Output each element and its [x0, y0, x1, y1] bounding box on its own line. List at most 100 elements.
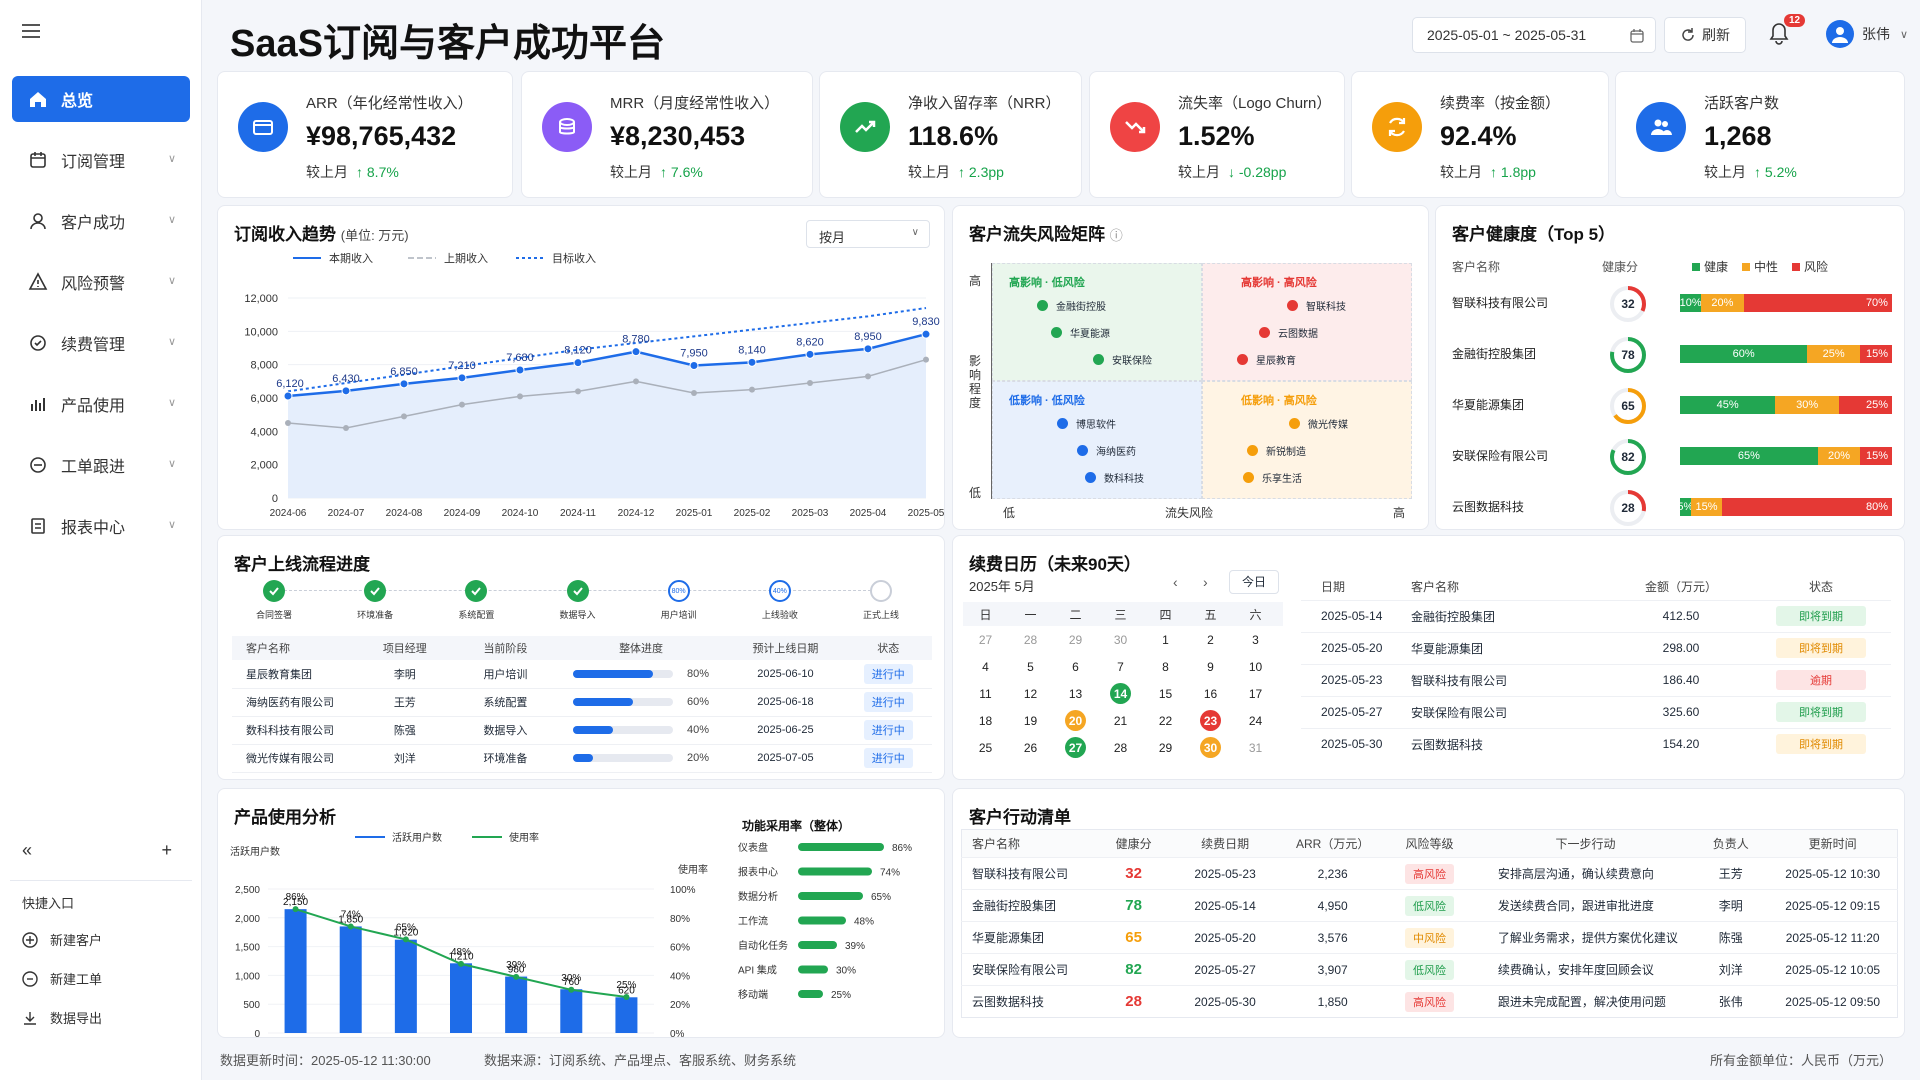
refresh-button[interactable]: 刷新	[1664, 17, 1746, 53]
risk-customer[interactable]: 微光传媒	[1289, 416, 1348, 431]
adoption-bar[interactable]	[798, 892, 863, 900]
rate-point[interactable]	[568, 986, 575, 993]
calendar-day[interactable]: 28	[1008, 629, 1053, 650]
sidebar-item-4[interactable]: 续费管理 ∨	[12, 320, 190, 366]
sidebar-item-2[interactable]: 客户成功 ∨	[12, 198, 190, 244]
calendar-day[interactable]: 7	[1098, 656, 1143, 677]
adoption-bar[interactable]	[798, 990, 823, 998]
table-row[interactable]: 数科科技有限公司 陈强 数据导入 40% 2025-06-25 进行中	[232, 716, 932, 744]
calendar-day[interactable]: 15	[1143, 683, 1188, 704]
rate-point[interactable]	[292, 906, 299, 913]
rate-point[interactable]	[458, 960, 464, 967]
calendar-day[interactable]: 14	[1098, 683, 1143, 704]
table-row[interactable]: 智联科技有限公司 32 2025-05-23 2,236 高风险 安排高层沟通，确认续费意…	[961, 857, 1898, 890]
adoption-bar[interactable]	[798, 916, 846, 925]
table-row[interactable]: 金融街控股集团 78 2025-05-14 4,950 低风险 发送续费合同，跟进审批进度…	[961, 889, 1898, 922]
today-button[interactable]: 今日	[1229, 570, 1279, 594]
risk-customer[interactable]: 新锐制造	[1247, 443, 1306, 458]
calendar-day[interactable]: 5	[1008, 656, 1053, 677]
table-row[interactable]: 2025-05-30 云图数据科技 154.20 即将到期	[1301, 728, 1891, 760]
sidebar-item-3[interactable]: 风险预警 ∨	[12, 259, 190, 305]
current-point[interactable]	[631, 347, 641, 357]
user-bar[interactable]	[284, 909, 307, 1033]
date-range-picker[interactable]: 2025-05-01 ~ 2025-05-31	[1412, 17, 1656, 53]
calendar-day[interactable]: 17	[1233, 683, 1278, 704]
calendar-day[interactable]: 20	[1053, 710, 1098, 731]
user-bar[interactable]	[339, 926, 362, 1033]
calendar-day[interactable]: 11	[963, 683, 1008, 704]
adoption-bar[interactable]	[798, 941, 837, 949]
sidebar-item-1[interactable]: 订阅管理 ∨	[12, 137, 190, 183]
user-menu[interactable]: 张伟 ∨	[1826, 20, 1908, 48]
table-row[interactable]: 海纳医药有限公司 王芳 系统配置 60% 2025-06-18 进行中	[232, 688, 932, 716]
table-row[interactable]: 2025-05-23 智联科技有限公司 186.40 逾期	[1301, 664, 1891, 696]
calendar-day[interactable]: 30	[1098, 629, 1143, 650]
calendar-day[interactable]: 1	[1143, 629, 1188, 650]
current-point[interactable]	[457, 373, 467, 383]
table-row[interactable]: 2025-05-14 金融街控股集团 412.50 即将到期	[1301, 600, 1891, 632]
sidebar-item-0[interactable]: 总览	[12, 76, 190, 122]
calendar-day[interactable]: 12	[1008, 683, 1053, 704]
kpi-card[interactable]: ARR（年化经常性收入） ¥98,765,432 较上月 ↑ 8.7%	[217, 71, 513, 198]
table-row[interactable]: 2025-05-27 安联保险有限公司 325.60 即将到期	[1301, 696, 1891, 728]
calendar-day[interactable]: 29	[1053, 629, 1098, 650]
risk-customer[interactable]: 金融街控股	[1037, 298, 1106, 313]
kpi-card[interactable]: 续费率（按金额） 92.4% 较上月 ↑ 1.8pp	[1351, 71, 1609, 198]
risk-customer[interactable]: 云图数据	[1259, 325, 1318, 340]
calendar-day[interactable]: 16	[1188, 683, 1233, 704]
rate-point[interactable]	[513, 973, 520, 980]
collapse-icon[interactable]: «	[22, 840, 32, 861]
risk-customer[interactable]: 数科科技	[1085, 470, 1144, 485]
period-select[interactable]: 按月 ∨	[806, 220, 930, 248]
current-point[interactable]	[341, 386, 351, 396]
calendar-day[interactable]: 25	[963, 737, 1008, 758]
current-point[interactable]	[573, 358, 583, 368]
calendar-day[interactable]: 19	[1008, 710, 1053, 731]
calendar-day[interactable]: 9	[1188, 656, 1233, 677]
adoption-bar[interactable]	[798, 965, 828, 974]
sidebar-item-5[interactable]: 产品使用 ∨	[12, 381, 190, 427]
table-row[interactable]: 安联保险有限公司 82 2025-05-27 3,907 低风险 续费确认，安排年度回顾会…	[961, 953, 1898, 986]
calendar-day[interactable]: 4	[963, 656, 1008, 677]
current-point[interactable]	[515, 365, 525, 375]
calendar-day[interactable]: 8	[1143, 656, 1188, 677]
calendar-day[interactable]: 27	[963, 629, 1008, 650]
quick-new-customer[interactable]: 新建客户	[22, 930, 192, 949]
risk-customer[interactable]: 海纳医药	[1077, 443, 1136, 458]
risk-customer[interactable]: 博思软件	[1057, 416, 1116, 431]
adoption-bar[interactable]	[798, 867, 872, 876]
current-point[interactable]	[805, 349, 815, 359]
current-point[interactable]	[283, 391, 293, 401]
current-point[interactable]	[921, 329, 931, 339]
sidebar-item-6[interactable]: 工单跟进 ∨	[12, 442, 190, 488]
rate-point[interactable]	[623, 994, 630, 1000]
add-icon[interactable]: +	[161, 840, 172, 861]
sidebar-item-7[interactable]: 报表中心 ∨	[12, 503, 190, 549]
user-bar[interactable]	[450, 963, 472, 1033]
calendar-day[interactable]: 27	[1053, 737, 1098, 758]
table-row[interactable]: 2025-05-20 华夏能源集团 298.00 即将到期	[1301, 632, 1891, 664]
table-row[interactable]: 微光传媒有限公司 刘洋 环境准备 20% 2025-07-05 进行中	[232, 744, 932, 772]
current-point[interactable]	[747, 357, 757, 367]
adoption-bar[interactable]	[798, 843, 884, 851]
table-row[interactable]: 云图数据科技 28 2025-05-30 1,850 高风险 跟进未完成配置，解决使用问题…	[961, 985, 1898, 1018]
rate-point[interactable]	[402, 936, 409, 943]
user-bar[interactable]	[560, 989, 583, 1033]
calendar-day[interactable]: 21	[1098, 710, 1143, 731]
calendar-day[interactable]: 2	[1188, 629, 1233, 650]
table-row[interactable]: 星辰教育集团 李明 用户培训 80% 2025-06-10 进行中	[232, 660, 932, 688]
quick-export[interactable]: 数据导出	[22, 1008, 192, 1027]
table-row[interactable]: 华夏能源集团 65 2025-05-20 3,576 中风险 了解业务需求，提供方案优化建…	[961, 921, 1898, 954]
calendar-day[interactable]: 23	[1188, 710, 1233, 731]
calendar-day[interactable]: 6	[1053, 656, 1098, 677]
calendar-day[interactable]: 30	[1188, 737, 1233, 758]
calendar-day[interactable]: 31	[1233, 737, 1278, 758]
risk-customer[interactable]: 华夏能源	[1051, 325, 1110, 340]
prev-month-icon[interactable]: ‹	[1173, 574, 1178, 590]
risk-customer[interactable]: 智联科技	[1287, 298, 1346, 313]
calendar-day[interactable]: 10	[1233, 656, 1278, 677]
kpi-card[interactable]: 活跃客户数 1,268 较上月 ↑ 5.2%	[1615, 71, 1905, 198]
kpi-card[interactable]: 净收入留存率（NRR） 118.6% 较上月 ↑ 2.3pp	[819, 71, 1082, 198]
calendar-day[interactable]: 26	[1008, 737, 1053, 758]
current-point[interactable]	[399, 379, 409, 389]
